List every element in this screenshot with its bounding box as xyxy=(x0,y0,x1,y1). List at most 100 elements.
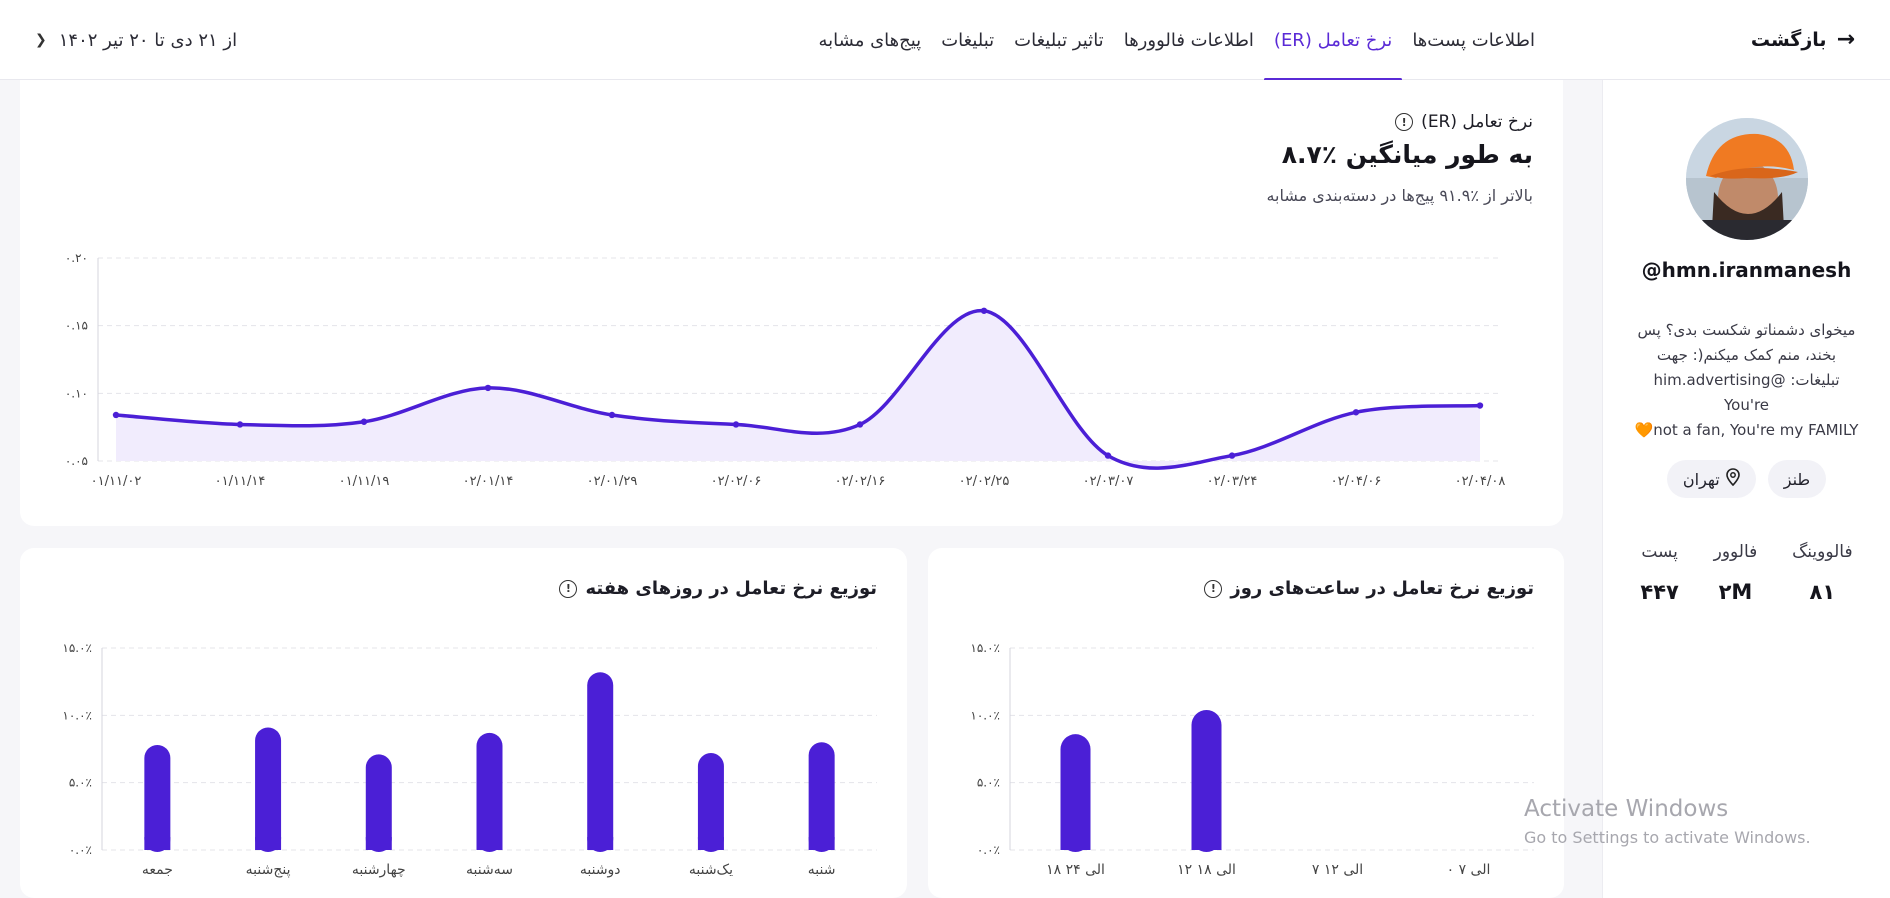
x-tick-label: چهارشنبه xyxy=(352,862,406,878)
bar-base xyxy=(697,837,724,850)
bio-line: not a fan, You're my FAMILY🧡 xyxy=(1633,418,1860,443)
y-tick-label: ۰.۰۵ xyxy=(65,454,88,468)
bio-line-text: not a fan, You're my FAMILY xyxy=(1653,421,1859,439)
y-tick-label: ۰.۰٪ xyxy=(69,843,92,857)
date-range-select[interactable]: ❯ از ۲۱ دی تا ۲۰ تیر ۱۴۰۲ xyxy=(35,24,237,56)
stat-following: فالووینگ ۸۱ xyxy=(1792,542,1853,604)
bar xyxy=(255,727,282,852)
data-point xyxy=(1352,409,1360,416)
y-tick-label: ۰.۱۵ xyxy=(65,319,88,333)
x-tick-label: ۰۲/۰۴/۰۶ xyxy=(1331,474,1382,489)
avatar xyxy=(1686,118,1808,240)
bar-base xyxy=(1191,835,1222,850)
x-tick-label: سه‌شنبه xyxy=(466,862,513,878)
arrow-right-icon: → xyxy=(1836,27,1855,52)
x-tick-label: ۰۱/۱۱/۱۹ xyxy=(339,474,390,489)
tab-followers-info[interactable]: اطلاعات فالوورها xyxy=(1114,0,1264,80)
bar-base xyxy=(808,837,835,850)
bio-line: بخند، منم کمک میکنم(: جهت xyxy=(1656,346,1837,364)
tab-ads-impact[interactable]: تاثیر تبلیغات xyxy=(1004,0,1114,80)
profile-username: @hmn.iranmanesh xyxy=(1641,258,1852,282)
bar-base xyxy=(255,837,282,850)
stat-followers: فالوور ۲M xyxy=(1713,542,1758,604)
bar xyxy=(808,742,835,852)
bio-line: تبلیغات: @him.advertising You're xyxy=(1653,371,1840,414)
tab-engagement-rate[interactable]: نرخ تعامل (ER) xyxy=(1263,0,1403,81)
back-label: بازگشت xyxy=(1750,29,1827,51)
bio-line: میخوای دشمناتو شکست بدی؟ پس xyxy=(1637,321,1856,339)
date-range-label: از ۲۱ دی تا ۲۰ تیر ۱۴۰۲ xyxy=(58,29,238,51)
x-tick-label: جمعه xyxy=(142,862,173,878)
x-tick-label: ۰۲/۰۱/۱۴ xyxy=(463,474,514,489)
data-point xyxy=(1104,452,1112,459)
data-point xyxy=(360,418,368,425)
x-tick-label: ۰۲/۰۲/۲۵ xyxy=(959,474,1010,489)
x-tick-label: ۰۲/۰۳/۰۷ xyxy=(1083,474,1134,489)
data-point xyxy=(980,307,988,314)
bar-base xyxy=(476,837,503,850)
bar xyxy=(1060,734,1091,852)
y-tick-label: ۱۵.۰٪ xyxy=(970,641,1000,655)
data-point xyxy=(112,411,120,419)
x-tick-label: شنبه xyxy=(808,862,836,878)
x-tick-label: ۰۱/۱۱/۱۴ xyxy=(215,474,266,489)
y-tick-label: ۰.۰٪ xyxy=(977,843,1000,857)
bar xyxy=(1191,709,1222,852)
hourly-er-card: توزیع نرخ تعامل در ساعت‌های روز ! ۰.۰٪ ۵.… xyxy=(928,548,1564,898)
bar xyxy=(144,744,171,852)
back-button[interactable]: → بازگشت xyxy=(1751,24,1855,56)
chip-category[interactable]: طنز xyxy=(1767,460,1827,498)
x-tick-label: ۰۲/۰۲/۱۶ xyxy=(835,474,886,489)
y-tick-label: ۰.۱۰ xyxy=(65,386,88,400)
chevron-down-icon: ❯ xyxy=(35,32,47,48)
x-tick-label: ۱۲ الی ۱۸ xyxy=(1177,862,1236,878)
location-pin-icon xyxy=(1725,468,1740,490)
data-point xyxy=(484,384,492,392)
data-point xyxy=(608,411,616,419)
tab-similar-pages[interactable]: پیج‌های مشابه xyxy=(809,0,932,80)
x-tick-label: ۷ الی ۱۲ xyxy=(1312,862,1363,878)
y-tick-label: ۱۵.۰٪ xyxy=(62,641,92,655)
y-tick-label: ۱۰.۰٪ xyxy=(62,708,92,722)
y-tick-label: ۰.۲۰ xyxy=(65,251,88,265)
top-bar: → بازگشت اطلاعات پست‌ها نرخ تعامل (ER) ا… xyxy=(0,0,1890,81)
x-tick-label: ۰۲/۰۴/۰۸ xyxy=(1455,474,1506,489)
stat-posts: پست ۴۴۷ xyxy=(1640,542,1679,604)
x-tick-label: ۰۲/۰۳/۲۴ xyxy=(1207,474,1258,489)
bar xyxy=(476,732,503,852)
tab-posts-info[interactable]: اطلاعات پست‌ها xyxy=(1402,0,1545,80)
bar-base xyxy=(144,837,171,850)
x-tick-label: ۱۸ الی ۲۴ xyxy=(1046,862,1105,878)
x-tick-label: ۰۲/۰۲/۰۶ xyxy=(711,474,762,489)
chip-location[interactable]: تهران xyxy=(1666,460,1756,498)
profile-bio: میخوای دشمناتو شکست بدی؟ پس بخند، منم کم… xyxy=(1633,318,1860,443)
weekday-bar-chart: ۰.۰٪ ۵.۰٪ ۱۰.۰٪ ۱۵.۰٪ شنبه یک‌شنبه دوشنبه سه‌شن… xyxy=(62,641,877,878)
bar xyxy=(587,672,614,852)
er-card: نرخ تعامل (ER) ! به طور میانگین ٪۸.۷ بال… xyxy=(20,80,1563,526)
data-point xyxy=(1476,402,1484,409)
area-fill xyxy=(116,310,1480,469)
profile-panel: @hmn.iranmanesh میخوای دشمناتو شکست بدی؟… xyxy=(1602,80,1890,898)
er-line-chart: ۰.۰۵ ۰.۱۰ ۰.۱۵ ۰.۲۰ ۰۱/۱۱/۰۲ ۰۱/۱۱/۱۴ ۰۱/۱۱/۱۹… xyxy=(65,251,1506,489)
x-tick-label: ۰۲/۰۱/۲۹ xyxy=(587,474,638,489)
y-tick-label: ۵.۰٪ xyxy=(69,776,92,790)
weekday-er-card: توزیع نرخ تعامل در روزهای هفته ! ۰.۰٪ ۵.۰… xyxy=(20,548,907,898)
x-tick-label: پنج‌شنبه xyxy=(246,862,291,878)
x-tick-label: یک‌شنبه xyxy=(689,862,733,878)
hourly-bar-chart: ۰.۰٪ ۵.۰٪ ۱۰.۰٪ ۱۵.۰٪ ۰ الی ۷ ۷ الی ۱۲ ۱۲ الی … xyxy=(970,641,1534,878)
data-point xyxy=(236,421,244,428)
tab-ads[interactable]: تبلیغات xyxy=(931,0,1004,80)
heart-icon: 🧡 xyxy=(1634,421,1654,439)
tab-bar: اطلاعات پست‌ها نرخ تعامل (ER) اطلاعات فا… xyxy=(809,0,1546,81)
y-tick-label: ۱۰.۰٪ xyxy=(970,708,1000,722)
x-tick-label: ۰۱/۱۱/۰۲ xyxy=(91,474,142,489)
bar-base xyxy=(365,837,392,850)
data-point xyxy=(1228,452,1236,459)
x-tick-label: دوشنبه xyxy=(580,862,621,878)
profile-stats: فالووینگ ۸۱ فالوور ۲M پست ۴۴۷ xyxy=(1623,542,1870,604)
data-point xyxy=(856,421,864,428)
bar-base xyxy=(1060,835,1091,850)
bar-base xyxy=(587,837,614,850)
x-tick-label: ۰ الی ۷ xyxy=(1447,862,1491,878)
y-tick-label: ۵.۰٪ xyxy=(977,776,1000,790)
